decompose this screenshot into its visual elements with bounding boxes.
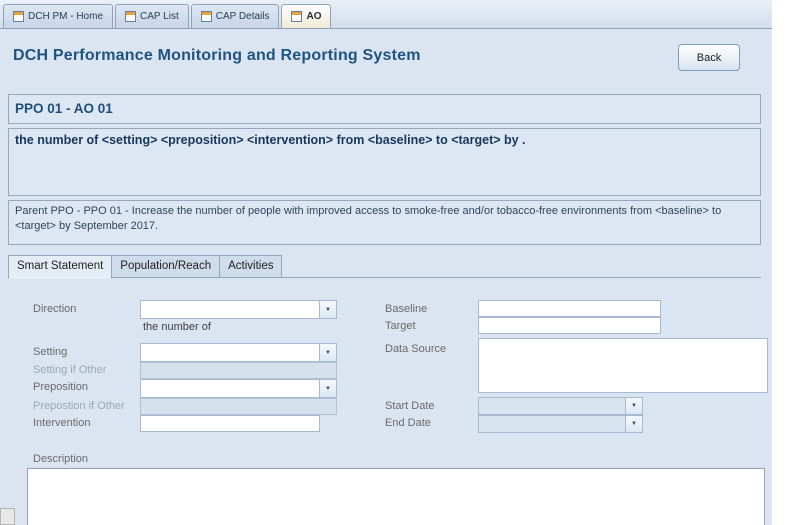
parent-ppo-panel: Parent PPO - PPO 01 - Increase the numbe… [8, 200, 761, 245]
page-title: DCH Performance Monitoring and Reporting… [13, 47, 421, 65]
direction-caption: the number of [143, 321, 211, 333]
start-date-label: Start Date [385, 400, 435, 412]
preposition-input[interactable] [141, 380, 319, 397]
form-icon [13, 11, 24, 22]
setting-dropdown-button[interactable]: ▼ [319, 344, 336, 361]
setting-if-other-label: Setting if Other [33, 364, 106, 376]
data-source-input[interactable] [478, 338, 768, 393]
chevron-down-icon: ▼ [325, 386, 331, 392]
end-date-label: End Date [385, 417, 431, 429]
doc-tab-label: CAP List [140, 11, 179, 22]
form-canvas: DCH PM - Home CAP List CAP Details AO DC… [0, 0, 772, 525]
setting-input[interactable] [141, 344, 319, 361]
end-date-input[interactable] [479, 416, 625, 432]
setting-if-other-input [140, 362, 337, 379]
preposition-if-other-label: Prepostion if Other [33, 400, 125, 412]
preposition-label: Preposition [33, 381, 88, 393]
description-label: Description [33, 453, 88, 465]
intervention-input[interactable] [140, 415, 320, 432]
smart-statement-panel: the number of <setting> <preposition> <i… [8, 128, 761, 196]
smart-statement-text: the number of <setting> <preposition> <i… [9, 129, 760, 151]
record-id: PPO 01 - AO 01 [9, 95, 760, 122]
intervention-label: Intervention [33, 417, 90, 429]
target-label: Target [385, 320, 416, 332]
tab-activities[interactable]: Activities [220, 255, 282, 278]
preposition-dropdown-button[interactable]: ▼ [319, 380, 336, 397]
document-tab-bar: DCH PM - Home CAP List CAP Details AO [0, 0, 772, 29]
scrollbar-stub[interactable] [0, 508, 15, 525]
doc-tab-ao[interactable]: AO [281, 4, 331, 28]
record-id-panel: PPO 01 - AO 01 [8, 94, 761, 124]
start-date-input[interactable] [479, 398, 625, 414]
tab-smart-statement[interactable]: Smart Statement [8, 255, 112, 279]
parent-ppo-text: Parent PPO - PPO 01 - Increase the numbe… [9, 201, 760, 238]
baseline-label: Baseline [385, 303, 427, 315]
doc-tab-cap-list[interactable]: CAP List [115, 4, 189, 28]
back-button[interactable]: Back [678, 44, 740, 71]
direction-label: Direction [33, 303, 76, 315]
tab-population-reach[interactable]: Population/Reach [112, 255, 220, 278]
end-date-dropdown-button[interactable]: ▼ [625, 416, 642, 432]
setting-label: Setting [33, 346, 67, 358]
chevron-down-icon: ▼ [631, 403, 637, 409]
form-tab-strip: Smart Statement Population/Reach Activit… [8, 255, 282, 278]
doc-tab-label: AO [306, 11, 321, 22]
form-icon [125, 11, 136, 22]
app-window: DCH PM - Home CAP List CAP Details AO DC… [0, 0, 794, 525]
direction-input[interactable] [141, 301, 319, 318]
end-date-combo[interactable]: ▼ [478, 415, 643, 433]
start-date-combo[interactable]: ▼ [478, 397, 643, 415]
chevron-down-icon: ▼ [325, 350, 331, 356]
direction-dropdown-button[interactable]: ▼ [319, 301, 336, 318]
baseline-input[interactable] [478, 300, 661, 317]
doc-tab-label: CAP Details [216, 11, 270, 22]
chevron-down-icon: ▼ [631, 421, 637, 427]
preposition-if-other-input [140, 398, 337, 415]
data-source-label: Data Source [385, 343, 446, 355]
start-date-dropdown-button[interactable]: ▼ [625, 398, 642, 414]
direction-combo[interactable]: ▼ [140, 300, 337, 319]
preposition-combo[interactable]: ▼ [140, 379, 337, 398]
header: DCH Performance Monitoring and Reporting… [0, 30, 772, 88]
chevron-down-icon: ▼ [325, 307, 331, 313]
doc-tab-label: DCH PM - Home [28, 11, 103, 22]
description-textarea[interactable] [27, 468, 765, 525]
doc-tab-cap-details[interactable]: CAP Details [191, 4, 280, 28]
form-icon [201, 11, 212, 22]
target-input[interactable] [478, 317, 661, 334]
doc-tab-dch-pm-home[interactable]: DCH PM - Home [3, 4, 113, 28]
form-icon [291, 11, 302, 22]
setting-combo[interactable]: ▼ [140, 343, 337, 362]
